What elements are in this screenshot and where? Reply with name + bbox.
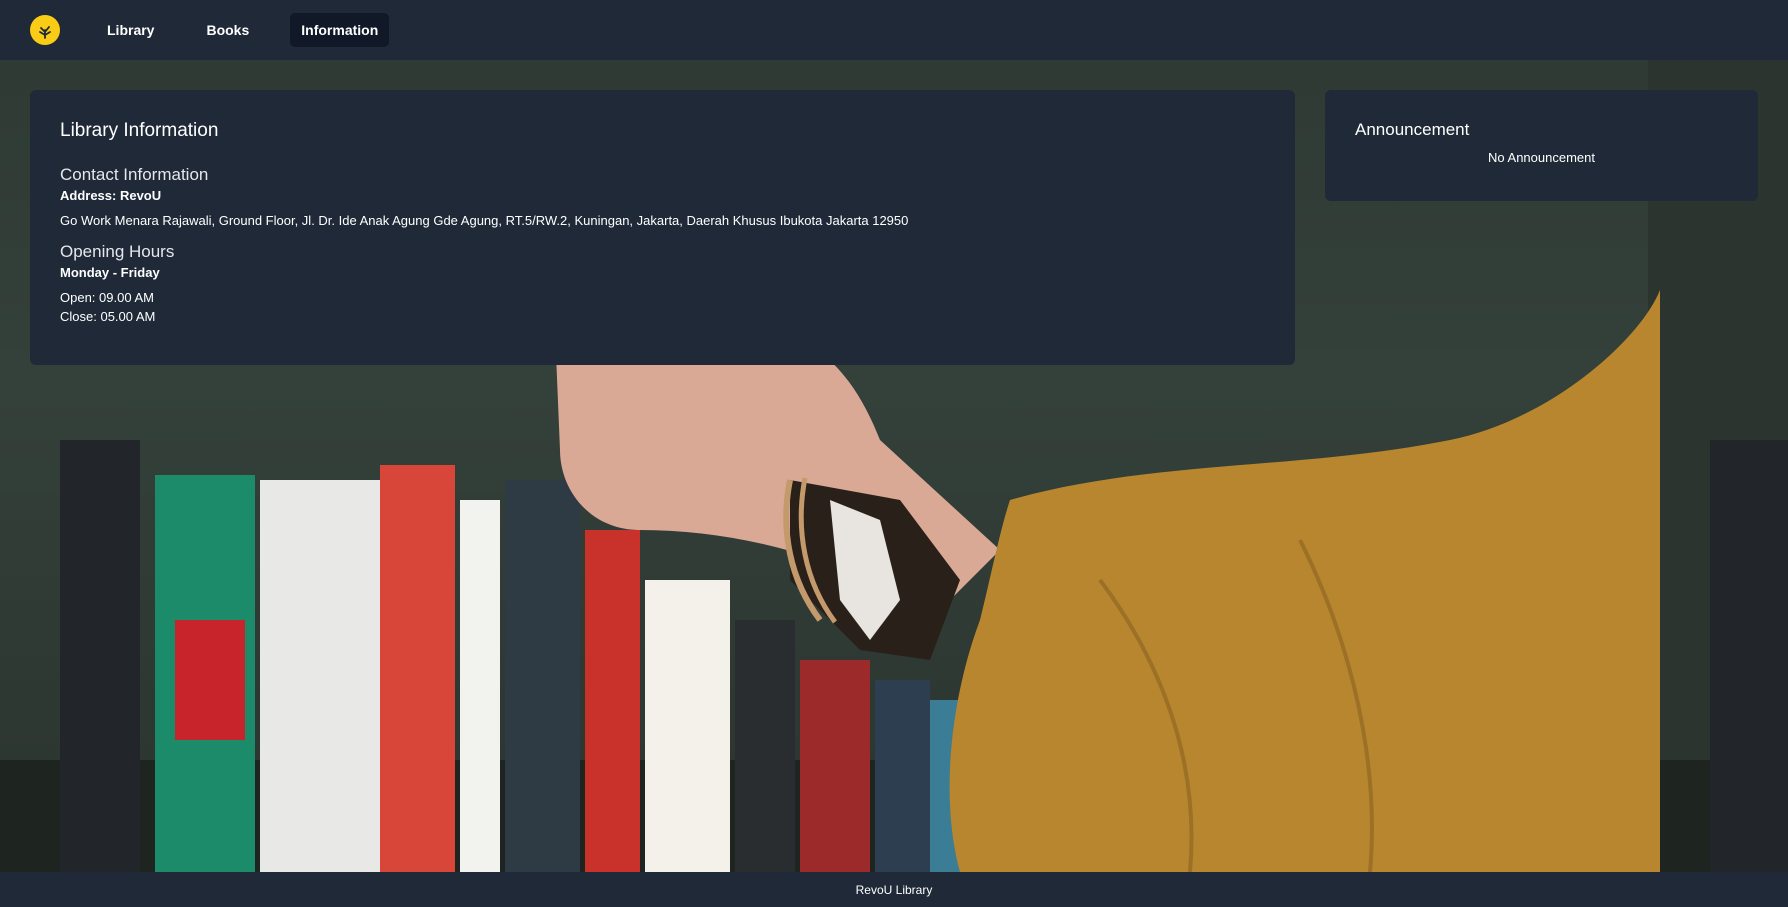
hours-heading: Opening Hours [60,242,175,261]
opening-days: Monday - Friday [60,265,160,280]
close-time: Close: 05.00 AM [60,309,156,324]
footer-text: RevoU Library [855,882,933,897]
address-text: Go Work Menara Rajawali, Ground Floor, J… [60,213,909,228]
nav-library[interactable]: Library [96,13,165,47]
tree-logo-icon[interactable] [30,15,60,45]
contact-heading: Contact Information [60,165,209,184]
address-label: Address: RevoU [60,188,162,203]
announcement-card: Announcement No Announcement [1325,90,1758,201]
top-navbar: Library Books Information [0,0,1788,60]
announcement-empty-text: No Announcement [1488,150,1595,165]
library-information-card: Library Information Contact Information … [30,90,1295,365]
nav-information[interactable]: Information [290,13,390,47]
footer: RevoU Library [0,872,1788,907]
open-time: Open: 09.00 AM [60,290,154,305]
announcement-title: Announcement [1355,120,1470,139]
nav-books[interactable]: Books [195,13,260,47]
page-title: Library Information [60,120,219,141]
